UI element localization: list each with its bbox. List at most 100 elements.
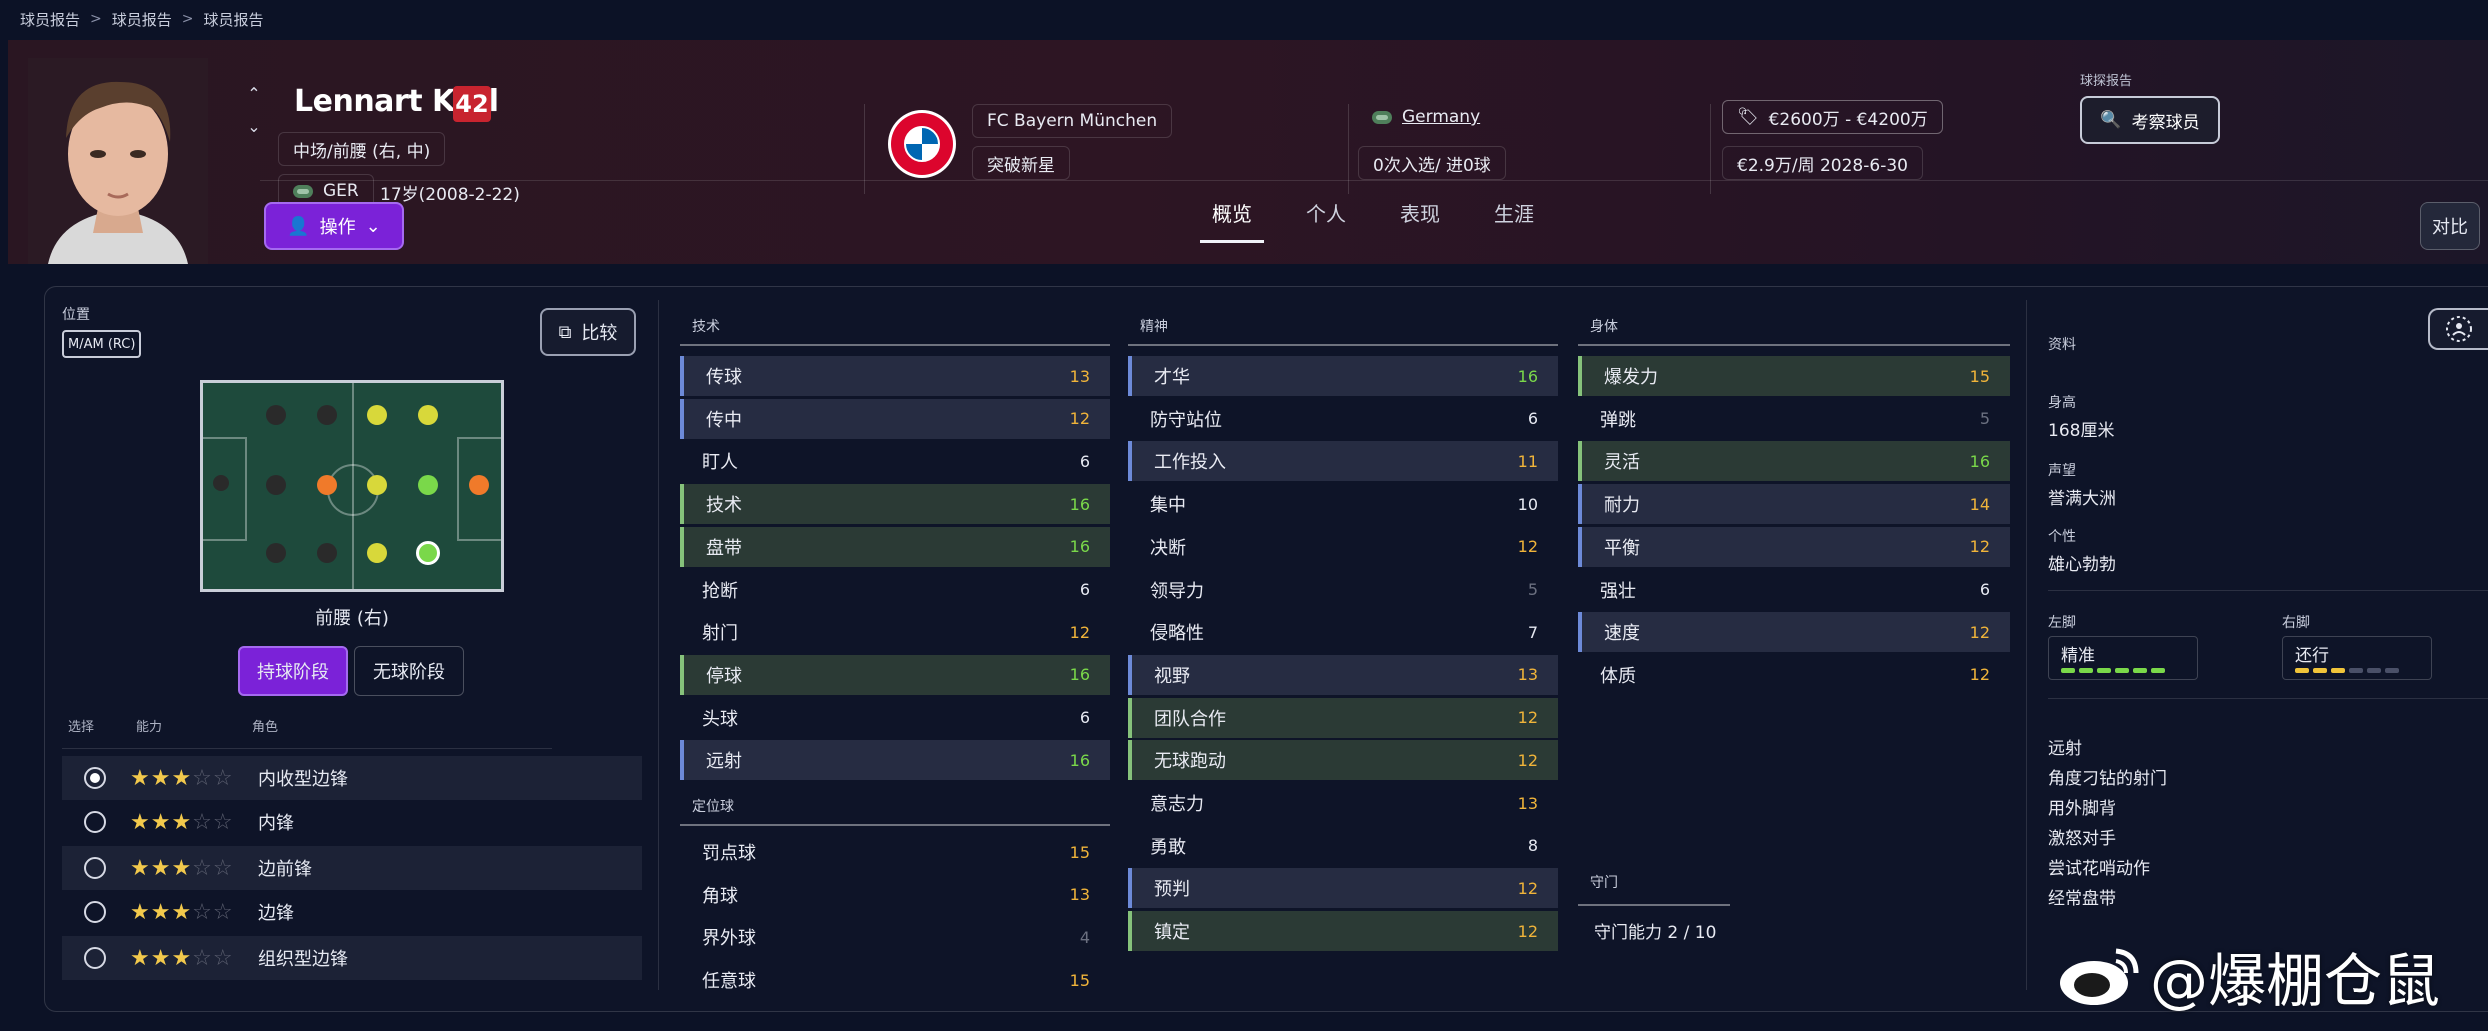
attribute-row[interactable]: 弹跳 5 (1578, 399, 2010, 439)
tab-career[interactable]: 生涯 (1482, 188, 1546, 247)
attribute-row[interactable]: 决断 12 (1128, 527, 1558, 567)
nation-chip[interactable]: Germany (1358, 100, 1494, 134)
star-rating: ★★★☆☆ (130, 899, 234, 925)
attribute-row[interactable]: 无球跑动 12 (1128, 740, 1558, 781)
attribute-row[interactable]: 射门 12 (680, 612, 1110, 652)
attribute-row[interactable]: 视野 13 (1128, 654, 1558, 695)
technical-header: 技术 (692, 319, 720, 335)
attribute-row[interactable]: 灵活 16 (1578, 441, 2010, 482)
radio-unselected[interactable] (84, 811, 106, 833)
scout-player-button[interactable]: 🔍 考察球员 (2080, 96, 2220, 144)
attribute-row[interactable]: 预判 12 (1128, 868, 1558, 909)
attribute-row[interactable]: 抢断 6 (680, 570, 1110, 610)
attribute-row[interactable]: 集中 10 (1128, 484, 1558, 524)
breadcrumb-item[interactable]: 球员报告 (112, 9, 172, 30)
trait-item: 远射 (2048, 739, 2082, 759)
divider (2048, 698, 2488, 699)
attribute-value: 13 (1517, 793, 1538, 813)
position-dot[interactable] (266, 475, 286, 495)
position-dot[interactable] (317, 543, 337, 563)
role-row[interactable]: ★★★☆☆ 边前锋 (62, 846, 642, 890)
attribute-row[interactable]: 耐力 14 (1578, 484, 2010, 525)
position-dot[interactable] (266, 405, 286, 425)
attribute-row[interactable]: 停球 16 (680, 654, 1110, 695)
attribute-row[interactable]: 头球 6 (680, 698, 1110, 738)
attribute-row[interactable]: 爆发力 15 (1578, 356, 2010, 396)
radio-unselected[interactable] (84, 901, 106, 923)
attribute-row[interactable]: 角球 13 (680, 875, 1110, 915)
attribute-name: 抢断 (702, 580, 738, 602)
compare-button[interactable]: 对比 (2420, 202, 2480, 250)
club-logo[interactable] (888, 110, 956, 178)
actions-button[interactable]: 👤 操作 ⌄ (264, 202, 404, 250)
height-label: 身高 (2048, 395, 2076, 411)
attribute-row[interactable]: 技术 16 (680, 484, 1110, 525)
attribute-name: 爆发力 (1604, 367, 1658, 388)
attribute-row[interactable]: 才华 16 (1128, 356, 1558, 396)
attribute-row[interactable]: 盘带 16 (680, 526, 1110, 567)
attribute-row[interactable]: 侵略性 7 (1128, 612, 1558, 652)
attribute-row[interactable]: 意志力 13 (1128, 783, 1558, 823)
position-dot[interactable] (213, 475, 229, 491)
tab-personal[interactable]: 个人 (1294, 188, 1358, 247)
attribute-row[interactable]: 界外球 4 (680, 917, 1110, 957)
position-dot[interactable] (317, 475, 337, 495)
position-dot[interactable] (469, 475, 489, 495)
value-chip[interactable]: 🏷 €2600万 - €4200万 (1722, 100, 1943, 134)
role-row[interactable]: ★★★☆☆ 内收型边锋 (62, 756, 642, 800)
role-row[interactable]: ★★★☆☆ 内锋 (62, 800, 642, 844)
attribute-value: 12 (1969, 665, 1990, 685)
attribute-value: 5 (1979, 409, 1990, 429)
attribute-value: 6 (1079, 708, 1090, 728)
attribute-value: 16 (1069, 494, 1090, 514)
attribute-row[interactable]: 平衡 12 (1578, 526, 2010, 567)
attribute-name: 镇定 (1154, 922, 1190, 944)
attribute-row[interactable]: 任意球 15 (680, 960, 1110, 1000)
position-dot[interactable] (266, 543, 286, 563)
attribute-name: 罚点球 (702, 843, 756, 864)
position-dot[interactable] (317, 405, 337, 425)
compare-position-button[interactable]: ⧉ 比较 (540, 308, 636, 356)
tab-performance[interactable]: 表现 (1388, 188, 1452, 247)
player-info-button[interactable] (2428, 308, 2488, 350)
attribute-row[interactable]: 速度 12 (1578, 612, 2010, 653)
attribute-name: 意志力 (1150, 794, 1204, 815)
attribute-row[interactable]: 远射 16 (680, 740, 1110, 781)
attribute-row[interactable]: 工作投入 11 (1128, 441, 1558, 482)
phase-in-possession[interactable]: 持球阶段 (238, 646, 348, 696)
phase-out-of-possession[interactable]: 无球阶段 (354, 646, 464, 696)
attribute-value: 16 (1517, 366, 1538, 386)
nation-name[interactable]: Germany (1402, 107, 1480, 127)
chevron-up-icon[interactable]: ⌃ (247, 84, 260, 103)
position-dot[interactable] (418, 475, 438, 495)
club-chip[interactable]: FC Bayern München (972, 104, 1173, 138)
breadcrumb-item[interactable]: 球员报告 (20, 9, 80, 30)
position-dot[interactable] (367, 475, 387, 495)
position-dot[interactable] (418, 405, 438, 425)
attribute-row[interactable]: 领导力 5 (1128, 570, 1558, 610)
radio-selected[interactable] (84, 767, 106, 789)
left-foot-label: 左脚 (2048, 615, 2076, 631)
attribute-row[interactable]: 罚点球 15 (680, 832, 1110, 872)
radio-unselected[interactable] (84, 947, 106, 969)
tab-overview[interactable]: 概览 (1200, 188, 1264, 247)
role-row[interactable]: ★★★☆☆ 边锋 (62, 890, 642, 934)
attribute-row[interactable]: 传中 12 (680, 398, 1110, 439)
attribute-row[interactable]: 团队合作 12 (1128, 697, 1558, 738)
attribute-row[interactable]: 勇敢 8 (1128, 826, 1558, 866)
chevron-down-icon[interactable]: ⌄ (247, 117, 260, 136)
attribute-row[interactable]: 体质 12 (1578, 655, 2010, 695)
radio-unselected[interactable] (84, 857, 106, 879)
attribute-row[interactable]: 镇定 12 (1128, 911, 1558, 952)
role-name: 边锋 (258, 903, 294, 924)
position-dot[interactable] (367, 405, 387, 425)
attribute-row[interactable]: 盯人 6 (680, 441, 1110, 481)
chevron-right-icon: > (90, 11, 102, 27)
attribute-row[interactable]: 防守站位 6 (1128, 399, 1558, 439)
role-row[interactable]: ★★★☆☆ 组织型边锋 (62, 936, 642, 980)
trait-item: 用外脚背 (2048, 799, 2116, 819)
position-dot[interactable] (367, 543, 387, 563)
attribute-row[interactable]: 传球 13 (680, 356, 1110, 396)
attribute-row[interactable]: 强壮 6 (1578, 570, 2010, 610)
selected-position-dot[interactable] (416, 541, 440, 565)
